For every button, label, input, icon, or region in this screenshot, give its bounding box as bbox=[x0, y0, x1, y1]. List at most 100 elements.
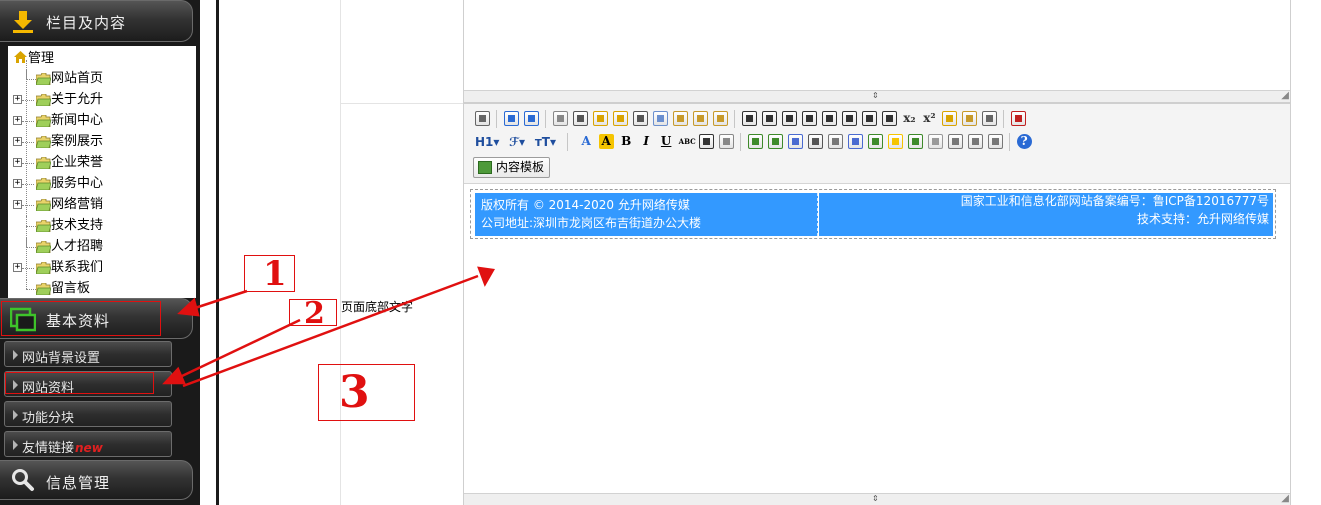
unordered-list-icon[interactable] bbox=[839, 108, 859, 130]
annotation-number-3: 3 bbox=[339, 367, 370, 418]
tree-item[interactable]: + 企业荣誉 bbox=[8, 153, 188, 173]
font-size-button[interactable]: тT▾ bbox=[532, 131, 559, 153]
line-height-icon[interactable] bbox=[696, 131, 716, 153]
align-right-icon[interactable] bbox=[779, 108, 799, 130]
sidebar-item-site-background[interactable]: 网站背景设置 bbox=[4, 341, 172, 367]
page-break-icon[interactable] bbox=[925, 131, 945, 153]
tree-item[interactable]: + 网络营销 bbox=[8, 195, 188, 215]
sidebar-divider[interactable] bbox=[216, 0, 219, 505]
paste-icon[interactable] bbox=[670, 108, 690, 130]
toolbar-separator bbox=[496, 110, 497, 128]
bold-icon[interactable]: B bbox=[616, 131, 636, 153]
cut-icon[interactable] bbox=[630, 108, 650, 130]
editor-resize-bar[interactable]: ⇕ ◢ bbox=[464, 90, 1290, 102]
superscript-icon[interactable]: x² bbox=[919, 108, 939, 130]
sidebar-item-friend-links[interactable]: 友情链接new bbox=[4, 431, 172, 457]
outdent-icon[interactable] bbox=[879, 108, 899, 130]
map-icon[interactable] bbox=[905, 131, 925, 153]
table-icon[interactable] bbox=[845, 131, 865, 153]
undo-icon[interactable] bbox=[501, 108, 521, 130]
image-icon[interactable] bbox=[745, 131, 765, 153]
code-icon[interactable] bbox=[610, 108, 630, 130]
horizontal-line-icon[interactable] bbox=[865, 131, 885, 153]
expand-toggle-icon[interactable]: + bbox=[13, 263, 22, 272]
strikethrough-icon[interactable]: ABC bbox=[676, 131, 696, 153]
font-size-button-label: тT bbox=[534, 135, 550, 149]
expand-toggle-icon[interactable]: + bbox=[13, 116, 22, 125]
content-template-button[interactable]: 内容模板 bbox=[473, 157, 551, 178]
triangle-right-icon bbox=[13, 350, 18, 360]
resize-grip-icon[interactable]: ⇕ bbox=[872, 92, 879, 100]
tree-item[interactable]: 网站首页 bbox=[8, 69, 188, 89]
preview-icon[interactable] bbox=[550, 108, 570, 130]
flash-icon[interactable] bbox=[785, 131, 805, 153]
emoticon-icon[interactable] bbox=[885, 131, 905, 153]
subscript-icon[interactable]: x₂ bbox=[899, 108, 919, 130]
tree-item[interactable]: + 联系我们 bbox=[8, 258, 188, 278]
tree-connector bbox=[26, 279, 27, 289]
attachment-icon[interactable] bbox=[825, 131, 845, 153]
folder-icon bbox=[36, 73, 51, 85]
unlink-icon[interactable] bbox=[985, 131, 1005, 153]
tree-item[interactable]: 技术支持 bbox=[8, 216, 188, 236]
template-icon[interactable] bbox=[590, 108, 610, 130]
tree-item[interactable]: + 关于允升 bbox=[8, 90, 188, 110]
folder-icon bbox=[36, 178, 51, 190]
select-all-icon[interactable] bbox=[959, 108, 979, 130]
media-icon[interactable] bbox=[805, 131, 825, 153]
eraser-icon[interactable] bbox=[716, 131, 736, 153]
expand-toggle-icon[interactable]: + bbox=[13, 158, 22, 167]
resize-grip-icon[interactable]: ⇕ bbox=[872, 495, 879, 503]
tree-item[interactable]: 留言板 bbox=[8, 279, 188, 299]
folder-icon bbox=[36, 220, 51, 232]
fullscreen-icon[interactable] bbox=[1008, 108, 1028, 130]
resize-corner-icon[interactable]: ◢ bbox=[1281, 494, 1289, 504]
toolbar-separator bbox=[566, 133, 568, 151]
tree-item[interactable]: + 新闻中心 bbox=[8, 111, 188, 131]
section-header-content[interactable]: 栏目及内容 bbox=[0, 0, 193, 42]
underline-icon[interactable]: U bbox=[656, 131, 676, 153]
indent-icon[interactable] bbox=[859, 108, 879, 130]
heading-button[interactable]: H1▾ bbox=[472, 131, 502, 153]
previous-editor[interactable]: ⇕ ◢ bbox=[463, 0, 1291, 103]
resize-corner-icon[interactable]: ◢ bbox=[1281, 91, 1289, 101]
cursor-icon[interactable] bbox=[979, 108, 999, 130]
align-left-icon[interactable] bbox=[739, 108, 759, 130]
clear-format-icon[interactable] bbox=[939, 108, 959, 130]
highlight-color-icon[interactable]: A bbox=[596, 131, 616, 153]
align-center-icon[interactable] bbox=[759, 108, 779, 130]
triangle-right-icon bbox=[13, 440, 18, 450]
expand-toggle-icon[interactable]: + bbox=[13, 137, 22, 146]
tree-item[interactable]: + 案例展示 bbox=[8, 132, 188, 152]
copy-icon[interactable] bbox=[650, 108, 670, 130]
editor-content-area[interactable]: 版权所有 © 2014-2020 允升网络传媒 公司地址:深圳市龙岗区布吉街道办… bbox=[464, 184, 1290, 494]
expand-toggle-icon[interactable]: + bbox=[13, 179, 22, 188]
expand-toggle-icon[interactable]: + bbox=[13, 95, 22, 104]
editor-resize-bar[interactable]: ⇕ ◢ bbox=[464, 493, 1290, 505]
sidebar-item-function-blocks[interactable]: 功能分块 bbox=[4, 401, 172, 427]
tree-root[interactable]: 管理 bbox=[14, 49, 54, 69]
font-family-button[interactable]: ℱ▾ bbox=[506, 131, 528, 153]
ordered-list-icon[interactable] bbox=[819, 108, 839, 130]
footer-right-cell: 国家工业和信息化部网站备案编号：鲁ICP备12016777号 技术支持：允升网络… bbox=[819, 193, 1273, 236]
paste-text-icon[interactable] bbox=[690, 108, 710, 130]
redo-icon[interactable] bbox=[521, 108, 541, 130]
italic-icon[interactable]: I bbox=[636, 131, 656, 153]
footer-copyright: 版权所有 © 2014-2020 允升网络传媒 bbox=[481, 198, 690, 212]
anchor-icon[interactable] bbox=[945, 131, 965, 153]
toolbar-separator bbox=[739, 133, 741, 151]
section-header-info[interactable]: 信息管理 bbox=[0, 460, 193, 500]
tree-connector bbox=[22, 163, 34, 164]
font-color-icon[interactable]: A bbox=[576, 131, 596, 153]
link-icon[interactable] bbox=[965, 131, 985, 153]
justify-icon[interactable] bbox=[799, 108, 819, 130]
print-icon[interactable] bbox=[570, 108, 590, 130]
paste-word-icon[interactable] bbox=[710, 108, 730, 130]
expand-toggle-icon[interactable]: + bbox=[13, 200, 22, 209]
tree-item-label: 新闻中心 bbox=[51, 113, 104, 128]
multi-image-icon[interactable] bbox=[765, 131, 785, 153]
tree-item[interactable]: 人才招聘 bbox=[8, 237, 188, 257]
help-icon[interactable]: ? bbox=[1014, 131, 1034, 153]
tree-item[interactable]: + 服务中心 bbox=[8, 174, 188, 194]
source-icon[interactable] bbox=[472, 108, 492, 130]
